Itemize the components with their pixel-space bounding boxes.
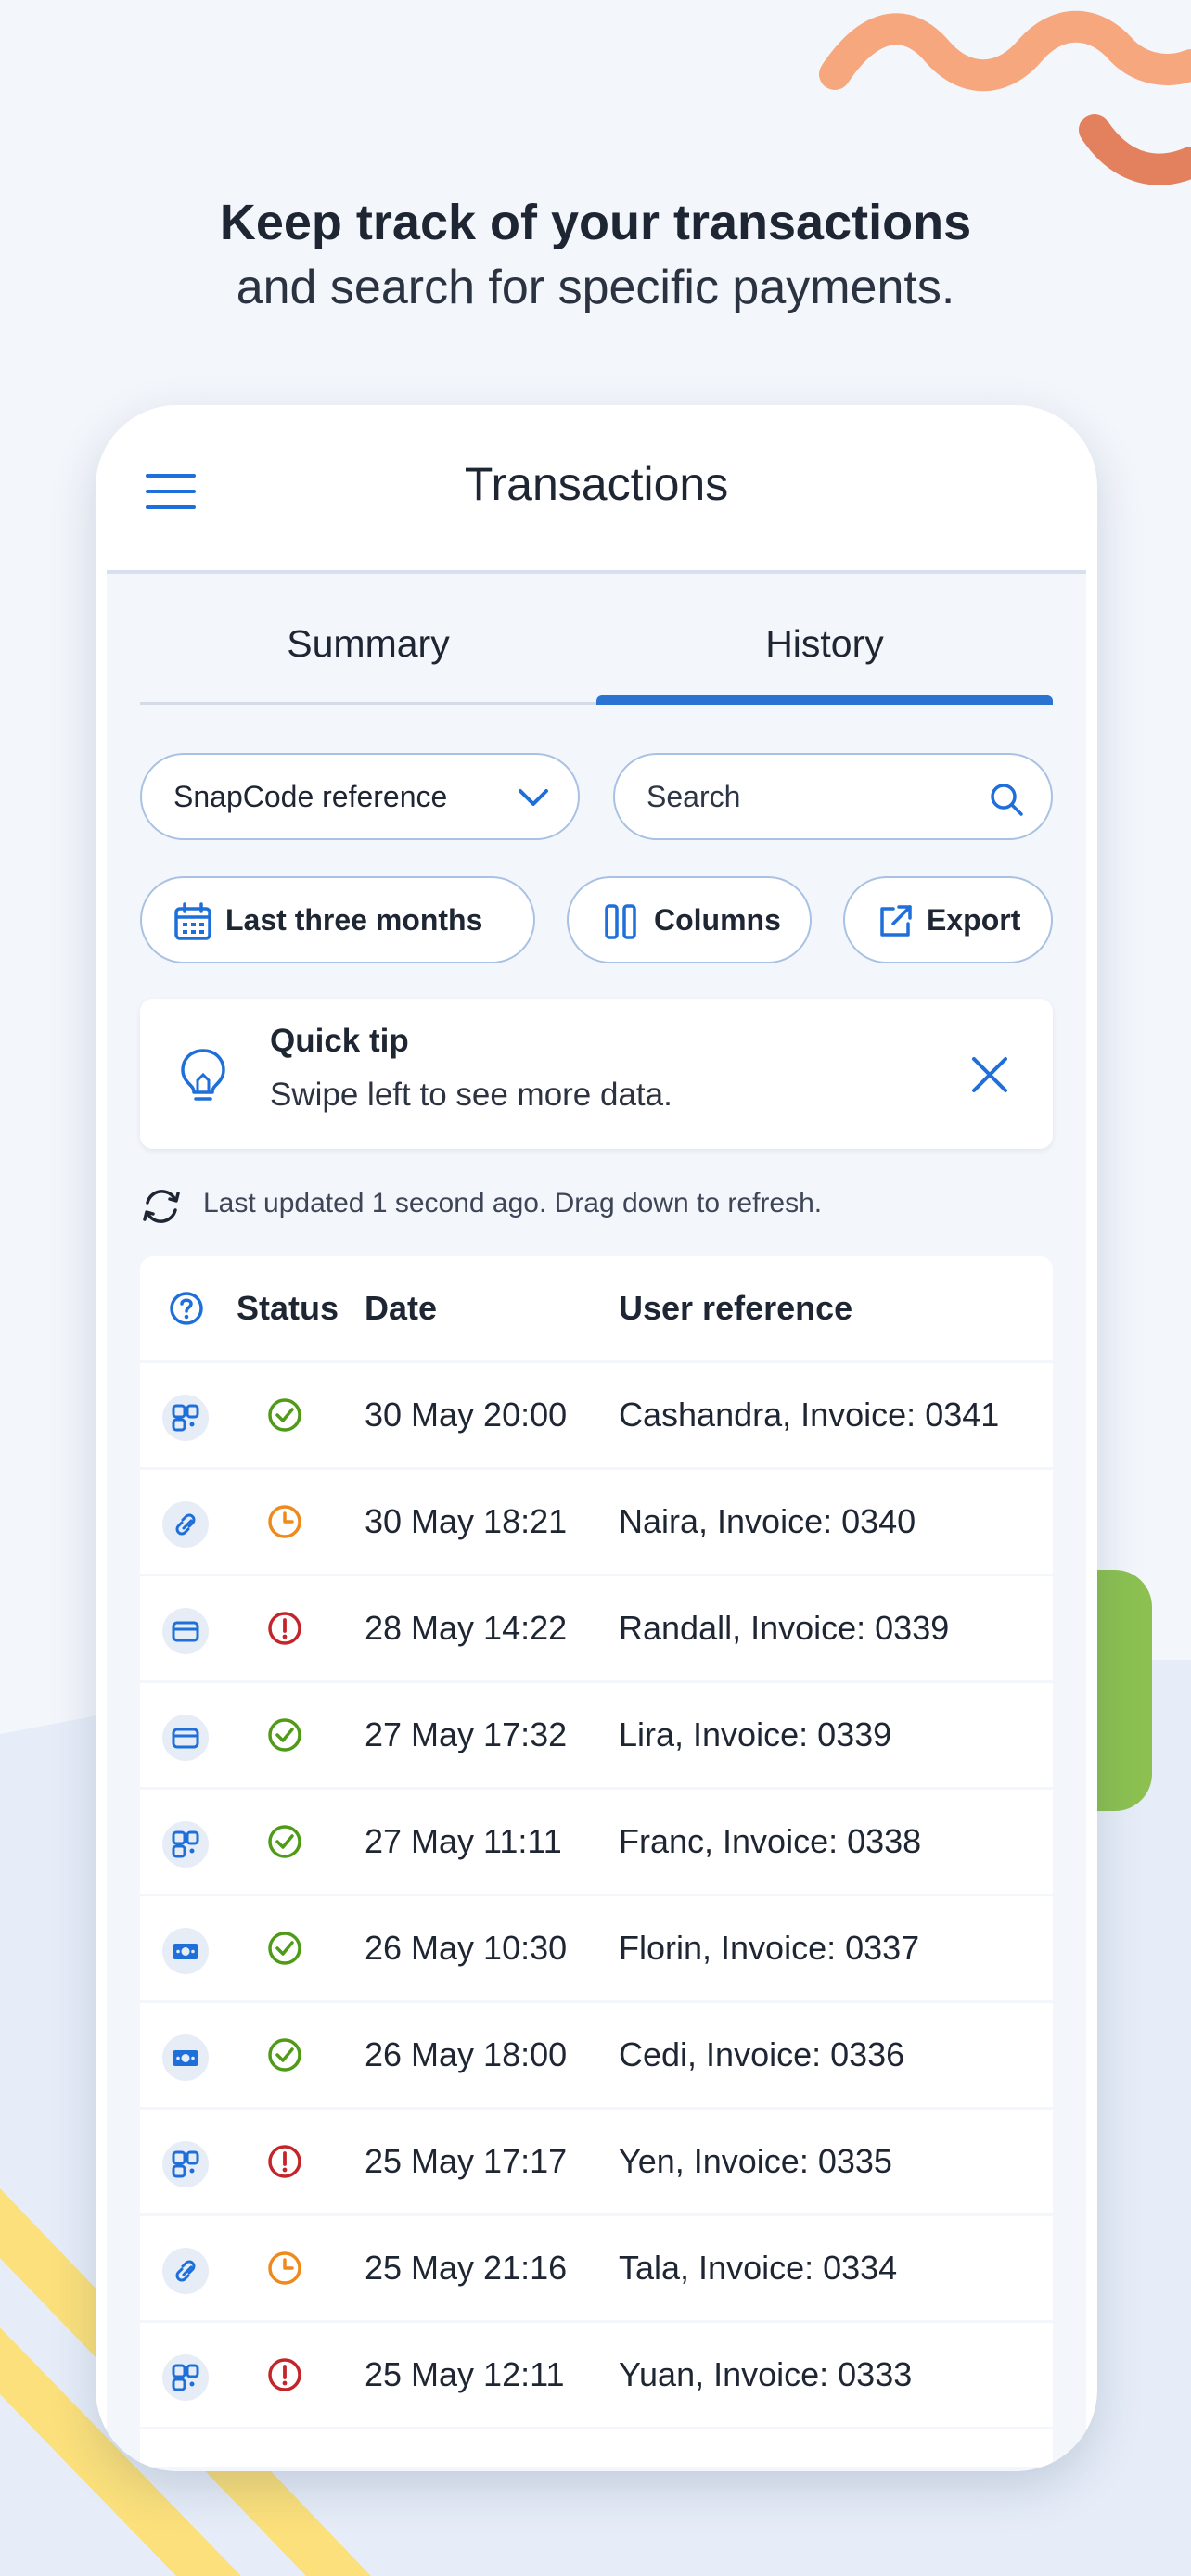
close-icon[interactable] xyxy=(969,1054,1010,1095)
check-circle-icon xyxy=(268,2038,301,2072)
table-row[interactable]: 25 May 17:17 Yen, Invoice: 0335 xyxy=(140,2110,1053,2213)
table-row[interactable]: 30 May 18:21 Naira, Invoice: 0340 xyxy=(140,1470,1053,1574)
row-date: 26 May 10:30 xyxy=(365,1929,568,1967)
row-user-reference: Franc, Invoice: 0338 xyxy=(619,1822,922,1860)
row-user-reference: Tala, Invoice: 0334 xyxy=(619,2249,898,2287)
table-body: 30 May 20:00 Cashandra, Invoice: 0341 30 M… xyxy=(140,1363,1053,2467)
row-date: 27 May 11:11 xyxy=(365,1822,562,1860)
cash-icon xyxy=(162,1928,209,1974)
export-button[interactable]: Export xyxy=(843,876,1053,963)
quick-tip-card: Quick tip Swipe left to see more data. xyxy=(140,999,1053,1149)
row-user-reference: Randall, Invoice: 0339 xyxy=(619,1609,950,1647)
row-user-reference: Yen, Invoice: 0335 xyxy=(619,2142,892,2180)
search-icon xyxy=(991,784,1023,816)
date-range-button[interactable]: Last three months xyxy=(140,876,535,963)
snapcode-icon xyxy=(162,2354,209,2401)
row-date: 25 May 21:16 xyxy=(365,2249,568,2287)
chevron-down-icon xyxy=(519,789,548,806)
snapcode-icon xyxy=(162,1395,209,1441)
check-circle-icon xyxy=(268,1825,301,1858)
check-circle-icon xyxy=(268,1718,301,1752)
cash-icon xyxy=(162,2034,209,2081)
row-user-reference: Naira, Invoice: 0340 xyxy=(619,1502,916,1540)
row-date: 27 May 17:32 xyxy=(365,1715,568,1753)
lightbulb-icon xyxy=(181,1049,225,1101)
export-label: Export xyxy=(927,903,1021,937)
card-icon xyxy=(162,1715,209,1761)
row-date: 28 May 14:22 xyxy=(365,1609,568,1647)
link-icon xyxy=(162,2248,209,2294)
table-row[interactable]: 26 May 10:30 Florin, Invoice: 0337 xyxy=(140,1896,1053,2000)
check-circle-icon xyxy=(268,1932,301,1965)
snapcode-icon xyxy=(162,2141,209,2187)
table-row[interactable]: 27 May 11:11 Franc, Invoice: 0338 xyxy=(140,1790,1053,1894)
header-status[interactable]: Status xyxy=(237,1256,339,1360)
table-row[interactable]: 30 May 20:00 Cashandra, Invoice: 0341 xyxy=(140,1363,1053,1467)
snapcode-icon xyxy=(162,1821,209,1868)
row-date: 30 May 20:00 xyxy=(365,1396,568,1434)
table-row[interactable]: 26 May 18:00 Cedi, Invoice: 0336 xyxy=(140,2003,1053,2107)
orange-wave-decoration xyxy=(819,10,1191,185)
clock-icon xyxy=(268,1505,301,1538)
row-date: 26 May 18:00 xyxy=(365,2035,568,2073)
export-icon xyxy=(880,905,912,937)
table-row[interactable]: 25 May 12:11 Yuan, Invoice: 0333 xyxy=(140,2323,1053,2427)
transactions-table: Status Date User reference 30 May 20:00 C… xyxy=(140,1256,1053,2467)
tab-history[interactable]: History xyxy=(596,591,1053,705)
card-icon xyxy=(162,1608,209,1654)
date-range-label: Last three months xyxy=(225,903,483,937)
last-updated-text: Last updated 1 second ago. Drag down to … xyxy=(203,1188,823,1218)
headline-subtitle: and search for specific payments. xyxy=(236,261,955,314)
headline: Keep track of your transactions and sear… xyxy=(0,190,1191,320)
app-screen: Transactions Summary History SnapCode re… xyxy=(107,405,1086,2471)
row-date: 25 May 12:11 xyxy=(365,2355,565,2393)
alert-circle-icon xyxy=(268,1612,301,1645)
reference-select-value: SnapCode reference xyxy=(173,780,448,813)
row-date: 25 May 17:17 xyxy=(365,2142,568,2180)
search-input[interactable]: Search xyxy=(613,753,1053,840)
clock-icon xyxy=(268,2251,301,2285)
tab-bar: Summary History xyxy=(140,591,1053,705)
alert-circle-icon xyxy=(268,2358,301,2391)
calendar-icon xyxy=(174,902,211,940)
check-circle-icon xyxy=(268,1398,301,1432)
table-row[interactable]: 25 May 21:16 Tala, Invoice: 0334 xyxy=(140,2216,1053,2320)
link-icon xyxy=(162,1501,209,1548)
quick-tip-text: Swipe left to see more data. xyxy=(270,1077,672,1113)
alert-circle-icon xyxy=(268,2145,301,2178)
row-date: 30 May 18:21 xyxy=(365,1502,568,1540)
row-user-reference: Florin, Invoice: 0337 xyxy=(619,1929,920,1967)
row-user-reference: Cedi, Invoice: 0336 xyxy=(619,2035,905,2073)
columns-icon xyxy=(605,904,636,939)
row-user-reference: Cashandra, Invoice: 0341 xyxy=(619,1396,1000,1434)
table-row[interactable]: 28 May 14:22 Randall, Invoice: 0339 xyxy=(140,1576,1053,1680)
search-placeholder: Search xyxy=(647,780,741,813)
header-user-reference[interactable]: User reference xyxy=(619,1256,852,1360)
table-header: Status Date User reference xyxy=(140,1256,1053,1360)
app-bar: Transactions xyxy=(107,405,1086,574)
row-user-reference: Lira, Invoice: 0339 xyxy=(619,1715,892,1753)
row-user-reference: Yuan, Invoice: 0333 xyxy=(619,2355,913,2393)
phone-frame: Transactions Summary History SnapCode re… xyxy=(96,405,1097,2471)
table-row-partial xyxy=(140,2429,1053,2467)
tab-summary[interactable]: Summary xyxy=(140,591,596,702)
columns-button[interactable]: Columns xyxy=(567,876,812,963)
quick-tip-title: Quick tip xyxy=(270,1023,409,1059)
page-title: Transactions xyxy=(464,458,729,510)
table-row[interactable]: 27 May 17:32 Lira, Invoice: 0339 xyxy=(140,1683,1053,1787)
header-date[interactable]: Date xyxy=(365,1256,437,1360)
help-icon[interactable] xyxy=(168,1290,205,1327)
refresh-icon[interactable] xyxy=(140,1186,183,1227)
headline-title: Keep track of your transactions xyxy=(219,195,972,250)
reference-select[interactable]: SnapCode reference xyxy=(140,753,580,840)
columns-label: Columns xyxy=(654,903,781,937)
